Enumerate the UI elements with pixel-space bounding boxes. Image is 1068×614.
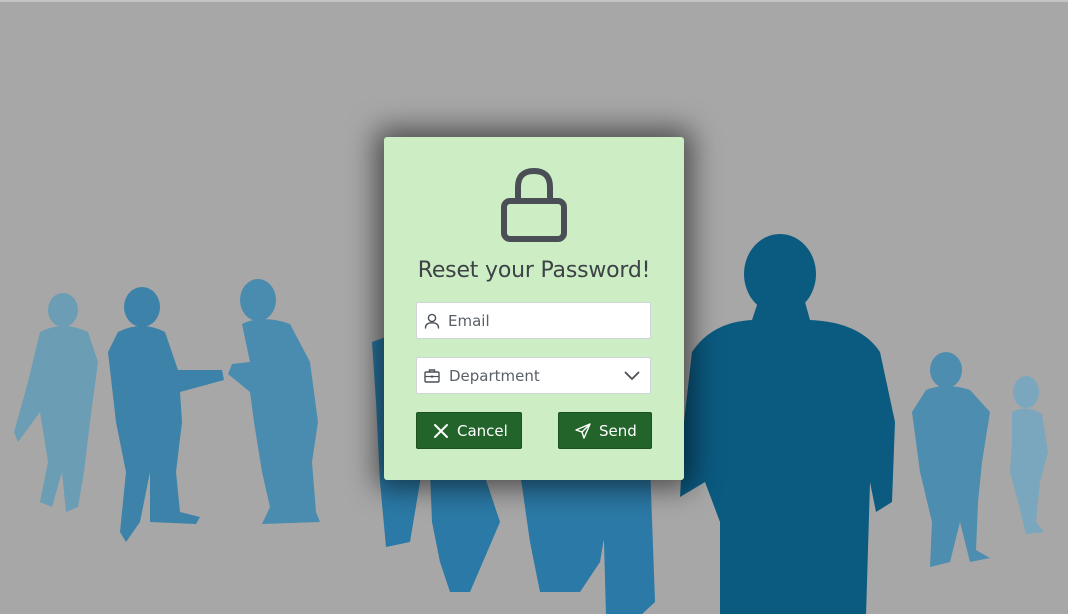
dialog-title: Reset your Password! (417, 258, 651, 283)
cancel-button-label: Cancel (457, 422, 508, 440)
lock-icon (501, 167, 567, 242)
department-select[interactable]: Department (416, 357, 651, 394)
chevron-down-icon[interactable] (624, 369, 640, 383)
close-icon (434, 424, 448, 438)
email-input[interactable] (448, 303, 643, 338)
cancel-button[interactable]: Cancel (416, 412, 522, 449)
briefcase-icon (424, 369, 440, 383)
department-selected-value: Department (449, 367, 540, 385)
user-icon (424, 313, 440, 329)
send-icon (575, 423, 591, 439)
send-button-label: Send (599, 422, 637, 440)
send-button[interactable]: Send (558, 412, 652, 449)
email-field[interactable] (416, 302, 651, 339)
page-background: Reset your Password! Department (0, 0, 1068, 614)
reset-password-dialog: Reset your Password! Department (384, 137, 684, 480)
